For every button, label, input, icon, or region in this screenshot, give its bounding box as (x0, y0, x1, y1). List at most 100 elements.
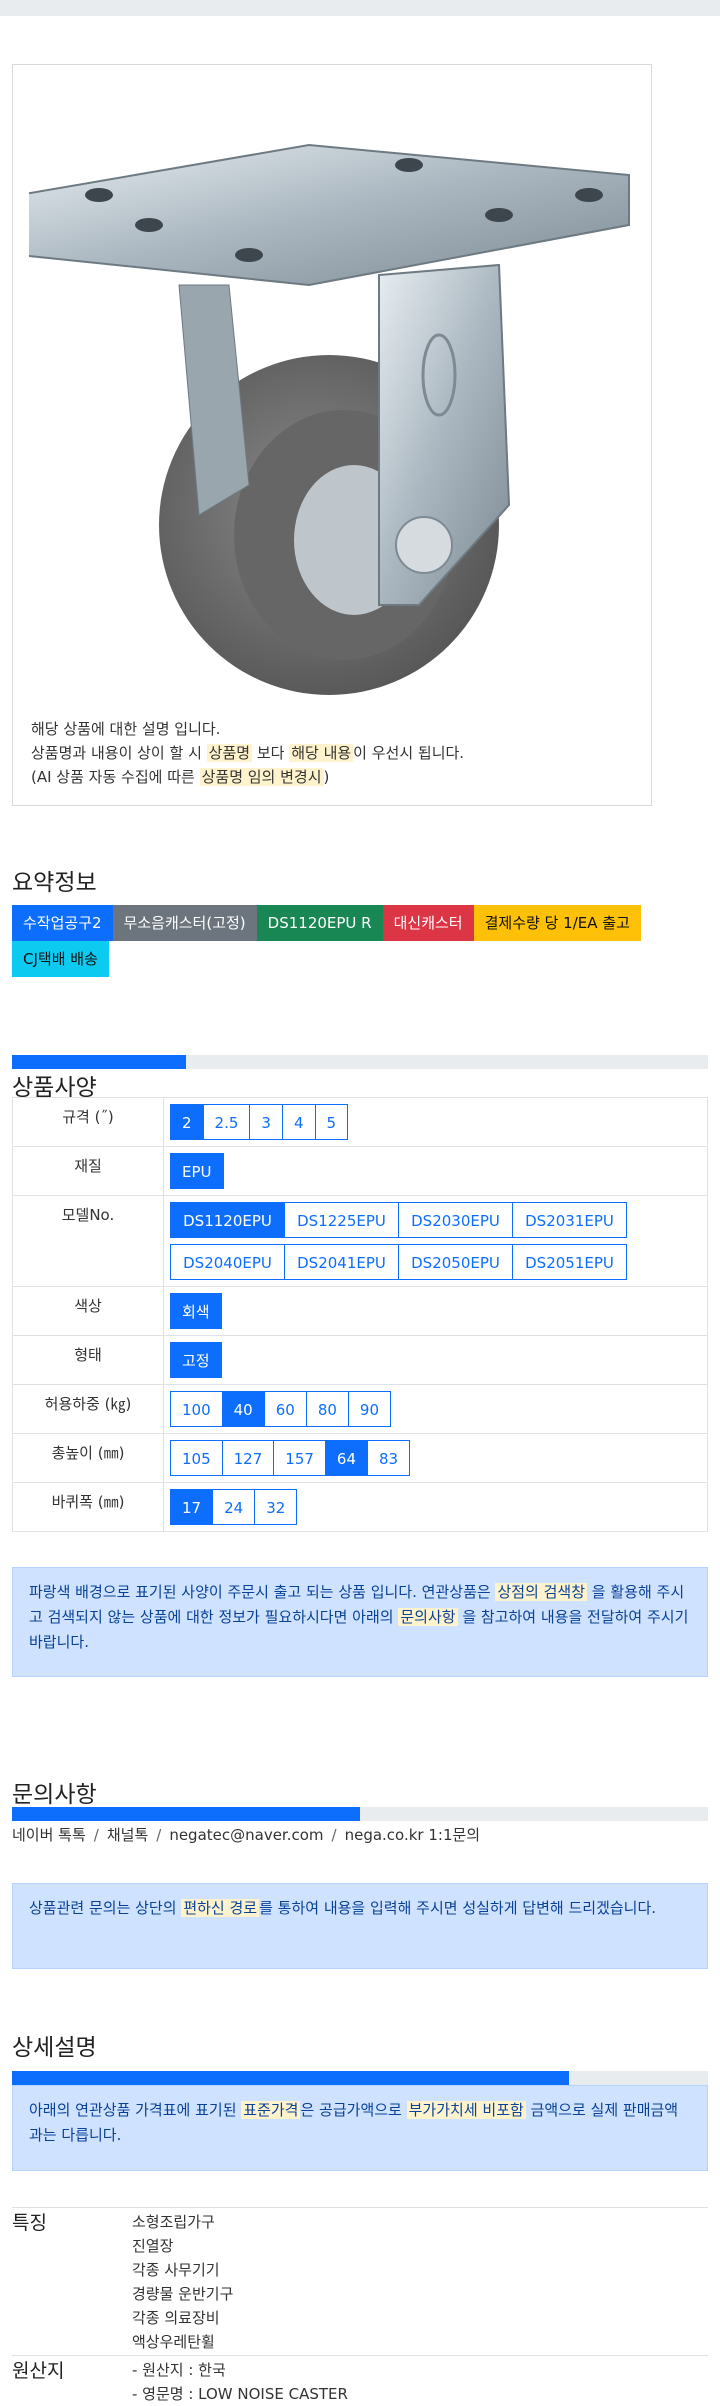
spec-option-button[interactable]: 24 (212, 1489, 256, 1525)
spec-table: 규격 (˝) 2 2.5 3 4 5 재질 EPU 모델No. DS1120EPU DS1225EP… (12, 1097, 708, 1532)
spec-options-cell: 2 2.5 3 4 5 (163, 1097, 708, 1147)
spec-option-button[interactable]: DS1120EPU (170, 1202, 285, 1238)
summary-tag: 수작업공구2 (12, 905, 113, 941)
contact-channel-link[interactable]: nega.co.kr 1:1문의 (345, 1826, 481, 1844)
spec-label: 총높이 (㎜) (12, 1433, 164, 1483)
spec-option-button[interactable]: EPU (170, 1153, 224, 1189)
caption-text: 이 우선시 됩니다. (353, 744, 465, 762)
detail-progress-bar (12, 2071, 708, 2085)
spec-options: EPU (170, 1153, 701, 1189)
origin-list: - 원산지 : 한국 - 영문명 : LOW NOISE CASTER (132, 2358, 348, 2406)
spec-option-button[interactable]: 회색 (170, 1293, 222, 1329)
spec-options-cell: 105 127 157 64 83 (163, 1433, 708, 1483)
spec-label: 규격 (˝) (12, 1097, 164, 1147)
spec-option-button[interactable]: 4 (281, 1104, 316, 1140)
contact-channel-link[interactable]: negatec@naver.com (169, 1826, 323, 1844)
summary-tag: CJ택배 배송 (12, 941, 109, 977)
spec-label: 모델No. (12, 1195, 164, 1287)
spec-label: 형태 (12, 1335, 164, 1385)
spec-label: 색상 (12, 1286, 164, 1336)
spec-option-button[interactable]: DS2050EPU (398, 1244, 513, 1280)
spec-option-button[interactable]: 32 (254, 1489, 298, 1525)
contact-channel-link[interactable]: 채널톡 (107, 1826, 148, 1844)
spec-option-button[interactable]: 157 (273, 1440, 326, 1476)
specs-progress-fill (12, 1055, 186, 1069)
notice-text: 은 공급가액으로 (300, 2101, 407, 2119)
summary-tags: 수작업공구2 무소음캐스터(고정) DS1120EPU R 대신캐스터 결제수량 당 1… (12, 905, 708, 977)
detail-title: 상세설명 (12, 2035, 97, 2061)
list-item: 경량물 운반기구 (132, 2285, 234, 2303)
caption-text: ) (323, 768, 330, 786)
channel-separator: / (331, 1826, 337, 1844)
spec-option-button[interactable]: 127 (221, 1440, 275, 1476)
spec-row: 재질 EPU (12, 1146, 708, 1196)
spec-options-cell: 고정 (163, 1335, 708, 1385)
spec-options-cell: 17 24 32 (163, 1482, 708, 1532)
spec-option-button[interactable]: DS2040EPU (170, 1244, 285, 1280)
caption-line1: 해당 상품에 대한 설명 입니다. (31, 720, 221, 738)
spec-label: 바퀴폭 (㎜) (12, 1482, 164, 1532)
notice-highlight: 문의사항 (398, 1608, 458, 1626)
spec-label: 재질 (12, 1146, 164, 1196)
contact-channels: 네이버 톡톡 / 채널톡 / negatec@naver.com / nega.co.kr … (12, 1824, 480, 1845)
caption-line3: (AI 상품 자동 수집에 따른 상품명 임의 변경시) (31, 765, 464, 789)
spec-options-cell: 회색 (163, 1286, 708, 1336)
spec-option-button[interactable]: 17 (170, 1489, 214, 1525)
spec-option-button[interactable]: DS2041EPU (284, 1244, 399, 1280)
spec-option-button[interactable]: 80 (305, 1391, 349, 1427)
spec-option-button[interactable]: 90 (347, 1391, 392, 1427)
notice-highlight: 부가가치세 비포함 (406, 2101, 526, 2119)
contact-channel-link[interactable]: 네이버 톡톡 (12, 1826, 86, 1844)
spec-options: 17 24 32 (170, 1489, 701, 1525)
caption-text: (AI 상품 자동 수집에 따른 (31, 768, 200, 786)
spec-options-cell: 100 40 60 80 90 (163, 1384, 708, 1434)
spec-options: 2 2.5 3 4 5 (170, 1104, 701, 1140)
spec-options-cell: EPU (163, 1146, 708, 1196)
caster-image (29, 143, 630, 695)
spec-option-button[interactable]: 60 (263, 1391, 307, 1427)
spec-option-button[interactable]: 2 (170, 1104, 204, 1140)
spec-options: DS1120EPU DS1225EPU DS2030EPU DS2031EPU DS20… (170, 1202, 701, 1280)
inquiry-progress-fill (12, 1807, 360, 1821)
spec-option-button[interactable]: DS1225EPU (284, 1202, 399, 1238)
notice-highlight: 상점의 검색창 (495, 1583, 588, 1601)
features-list: 소형조립가구 진열장 각종 사무기기 경량물 운반기구 각종 의료장비 액상우레탄휠 (132, 2210, 233, 2354)
top-bar (0, 0, 720, 16)
origin-section: 원산지 - 원산지 : 한국 - 영문명 : LOW NOISE CASTER (12, 2355, 708, 2403)
features-label: 특징 (12, 2212, 47, 2234)
caption-text: 상품명과 내용이 상이 할 시 (31, 744, 207, 762)
list-item: 진열장 (132, 2237, 174, 2255)
spec-row: 색상 회색 (12, 1286, 708, 1336)
spec-option-button[interactable]: 5 (314, 1104, 349, 1140)
summary-title: 요약정보 (12, 870, 97, 896)
spec-options-cell: DS1120EPU DS1225EPU DS2030EPU DS2031EPU DS20… (163, 1195, 708, 1287)
notice-text: 아래의 연관상품 가격표에 표기된 (29, 2101, 242, 2119)
inquiry-title: 문의사항 (12, 1782, 97, 1808)
spec-option-button[interactable]: 105 (170, 1440, 223, 1476)
spec-option-button[interactable]: 83 (367, 1440, 411, 1476)
spec-option-button[interactable]: 40 (221, 1391, 265, 1427)
spec-row: 형태 고정 (12, 1335, 708, 1385)
specs-progress-bar (12, 1055, 708, 1069)
list-item: 각종 의료장비 (132, 2309, 220, 2327)
spec-row: 허용하중 (㎏) 100 40 60 80 90 (12, 1384, 708, 1434)
spec-option-button[interactable]: 100 (170, 1391, 223, 1427)
spec-options: 105 127 157 64 83 (170, 1440, 701, 1476)
list-item: - 영문명 : LOW NOISE CASTER (132, 2385, 348, 2403)
specs-notice: 파랑색 배경으로 표기된 사양이 주문시 출고 되는 상품 입니다. 연관상품은… (12, 1567, 708, 1677)
spec-option-button[interactable]: DS2051EPU (512, 1244, 627, 1280)
spec-option-button[interactable]: 64 (324, 1440, 369, 1476)
notice-highlight: 편하신 경로 (181, 1899, 260, 1917)
spec-option-button[interactable]: 고정 (170, 1342, 222, 1378)
spec-row: 총높이 (㎜) 105 127 157 64 83 (12, 1433, 708, 1483)
spec-row: 모델No. DS1120EPU DS1225EPU DS2030EPU DS2031EP… (12, 1195, 708, 1287)
spec-options: 100 40 60 80 90 (170, 1391, 701, 1427)
features-section: 특징 소형조립가구 진열장 각종 사무기기 경량물 운반기구 각종 의료장비 액상우레탄휠 (12, 2207, 708, 2356)
spec-option-button[interactable]: DS2031EPU (512, 1202, 627, 1238)
summary-tag: 결제수량 당 1/EA 출고 (473, 905, 641, 941)
spec-option-button[interactable]: 3 (249, 1104, 283, 1140)
summary-tag: 무소음캐스터(고정) (112, 905, 257, 941)
notice-text: 파랑색 배경으로 표기된 사양이 주문시 출고 되는 상품 입니다. 연관상품은 (29, 1583, 496, 1601)
spec-option-button[interactable]: DS2030EPU (398, 1202, 513, 1238)
spec-option-button[interactable]: 2.5 (202, 1104, 251, 1140)
